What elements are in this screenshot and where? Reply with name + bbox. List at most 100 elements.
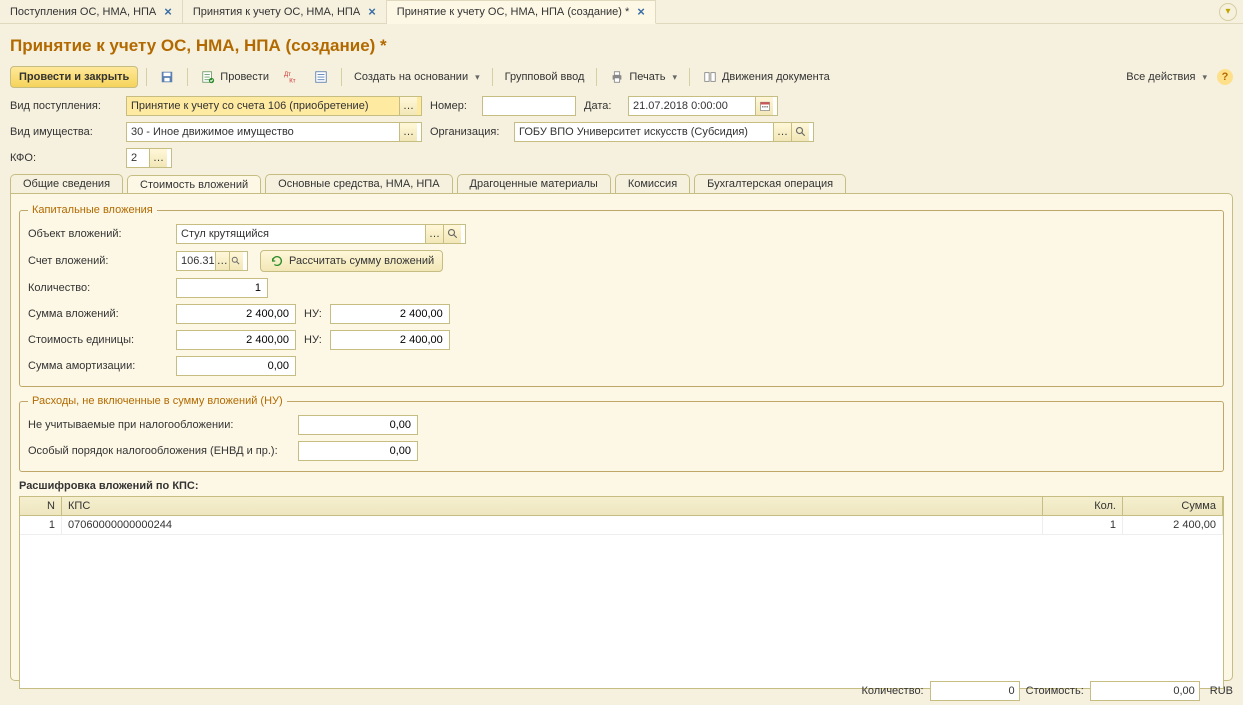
tab-label: Бухгалтерская операция — [707, 178, 833, 190]
table-body[interactable]: 1 07060000000000244 1 2 400,00 — [20, 516, 1223, 688]
app-tab-receipts[interactable]: Поступления ОС, НМА, НПА × — [0, 0, 183, 24]
separator — [187, 68, 188, 86]
kfo-input[interactable]: 2 … — [126, 148, 172, 168]
not-taxable-label: Не учитываемые при налогообложении: — [28, 419, 290, 431]
expand-icon[interactable]: ▾ — [1219, 3, 1237, 21]
dtkt-button[interactable]: ДтКт — [279, 66, 303, 88]
separator — [146, 68, 147, 86]
post-icon — [200, 69, 216, 85]
col-header-sum[interactable]: Сумма — [1123, 497, 1223, 515]
tab-label: Комиссия — [628, 178, 677, 190]
value: 0 — [1009, 685, 1015, 697]
investment-sum-input[interactable] — [176, 304, 296, 324]
recalc-sum-button[interactable]: Рассчитать сумму вложений — [260, 250, 443, 272]
ellipsis-icon[interactable]: … — [215, 252, 229, 270]
ellipsis-icon[interactable]: … — [399, 97, 417, 115]
input-value[interactable] — [181, 307, 291, 321]
input-value: 2 — [131, 152, 149, 164]
close-icon[interactable]: × — [637, 4, 645, 19]
kps-table-title: Расшифровка вложений по КПС: — [19, 480, 1224, 492]
ellipsis-icon[interactable]: … — [399, 123, 417, 141]
tab-general[interactable]: Общие сведения — [10, 174, 123, 193]
col-header-kol[interactable]: Кол. — [1043, 497, 1123, 515]
input-value[interactable] — [303, 418, 413, 432]
magnifier-icon[interactable] — [229, 252, 243, 270]
tab-accounting-operation[interactable]: Бухгалтерская операция — [694, 174, 846, 193]
post-and-close-button[interactable]: Провести и закрыть — [10, 66, 138, 88]
investment-object-input[interactable]: Стул крутящийся … — [176, 224, 466, 244]
property-type-input[interactable]: 30 - Иное движимое имущество … — [126, 122, 422, 142]
col-header-kps[interactable]: КПС — [62, 497, 1043, 515]
create-on-basis-button[interactable]: Создать на основании — [350, 66, 484, 88]
input-value: ГОБУ ВПО Университет искусств (Субсидия) — [519, 126, 773, 138]
ellipsis-icon[interactable]: … — [425, 225, 443, 243]
calendar-icon[interactable] — [755, 97, 773, 115]
input-value[interactable] — [335, 333, 445, 347]
unit-cost-nu-input[interactable] — [330, 330, 450, 350]
footer-currency: RUB — [1210, 685, 1233, 697]
property-type-label: Вид имущества: — [10, 126, 118, 138]
register-button[interactable] — [309, 66, 333, 88]
number-input[interactable] — [482, 96, 576, 116]
print-button[interactable]: Печать — [605, 66, 681, 88]
tab-label: Основные средства, НМА, НПА — [278, 178, 439, 190]
post-button[interactable]: Провести — [196, 66, 273, 88]
ellipsis-icon[interactable]: … — [773, 123, 791, 141]
footer-qty-value: 0 — [930, 681, 1020, 701]
help-icon[interactable]: ? — [1217, 69, 1233, 85]
investment-account-label: Счет вложений: — [28, 255, 168, 267]
input-value: 30 - Иное движимое имущество — [131, 126, 399, 138]
number-label: Номер: — [430, 100, 474, 112]
magnifier-icon[interactable] — [443, 225, 461, 243]
app-tab-label: Принятие к учету ОС, НМА, НПА (создание)… — [397, 6, 630, 18]
dtkt-icon: ДтКт — [283, 69, 299, 85]
close-icon[interactable]: × — [368, 4, 376, 19]
receipt-type-input[interactable]: Принятие к учету со счета 106 (приобрете… — [126, 96, 422, 116]
col-header-n[interactable]: N — [20, 497, 62, 515]
group-legend: Расходы, не включенные в сумму вложений … — [28, 395, 287, 407]
btn-label: Все действия — [1126, 71, 1195, 83]
kps-table: N КПС Кол. Сумма 1 07060000000000244 1 2… — [19, 496, 1224, 689]
special-tax-input[interactable] — [298, 441, 418, 461]
investment-sum-nu-input[interactable] — [330, 304, 450, 324]
input-value[interactable] — [181, 359, 291, 373]
date-input[interactable]: 21.07.2018 0:00:00 — [628, 96, 778, 116]
tab-fixed-assets[interactable]: Основные средства, НМА, НПА — [265, 174, 452, 193]
group-legend: Капитальные вложения — [28, 204, 157, 216]
organization-input[interactable]: ГОБУ ВПО Университет искусств (Субсидия)… — [514, 122, 814, 142]
input-value[interactable] — [181, 281, 263, 295]
amortization-sum-input[interactable] — [176, 356, 296, 376]
btn-label: Создать на основании — [354, 71, 468, 83]
tab-investment-cost[interactable]: Стоимость вложений — [127, 175, 261, 194]
input-value: 21.07.2018 0:00:00 — [633, 100, 755, 112]
investment-account-input[interactable]: 106.31 … — [176, 251, 248, 271]
close-icon[interactable]: × — [164, 4, 172, 19]
input-value[interactable] — [181, 333, 291, 347]
group-input-button[interactable]: Групповой ввод — [501, 66, 589, 88]
btn-label: Печать — [629, 71, 665, 83]
quantity-input[interactable] — [176, 278, 268, 298]
separator — [492, 68, 493, 86]
ellipsis-icon[interactable]: … — [149, 149, 167, 167]
app-tab-registrations[interactable]: Принятия к учету ОС, НМА, НПА × — [183, 0, 387, 24]
tab-commission[interactable]: Комиссия — [615, 174, 690, 193]
tab-content: Капитальные вложения Объект вложений: Ст… — [10, 193, 1233, 681]
unit-cost-input[interactable] — [176, 330, 296, 350]
cell-sum: 2 400,00 — [1123, 516, 1223, 534]
app-tab-create[interactable]: Принятие к учету ОС, НМА, НПА (создание)… — [387, 0, 656, 24]
not-taxable-input[interactable] — [298, 415, 418, 435]
separator — [596, 68, 597, 86]
input-value[interactable] — [335, 307, 445, 321]
input-value[interactable] — [487, 99, 571, 113]
save-button[interactable] — [155, 66, 179, 88]
list-icon — [313, 69, 329, 85]
all-actions-button[interactable]: Все действия — [1122, 66, 1211, 88]
amortization-sum-label: Сумма амортизации: — [28, 360, 168, 372]
magnifier-icon[interactable] — [791, 123, 809, 141]
table-row[interactable]: 1 07060000000000244 1 2 400,00 — [20, 516, 1223, 535]
movements-button[interactable]: Движения документа — [698, 66, 834, 88]
expenses-group: Расходы, не включенные в сумму вложений … — [19, 395, 1224, 472]
table-header: N КПС Кол. Сумма — [20, 497, 1223, 516]
tab-precious-materials[interactable]: Драгоценные материалы — [457, 174, 611, 193]
input-value[interactable] — [303, 444, 413, 458]
